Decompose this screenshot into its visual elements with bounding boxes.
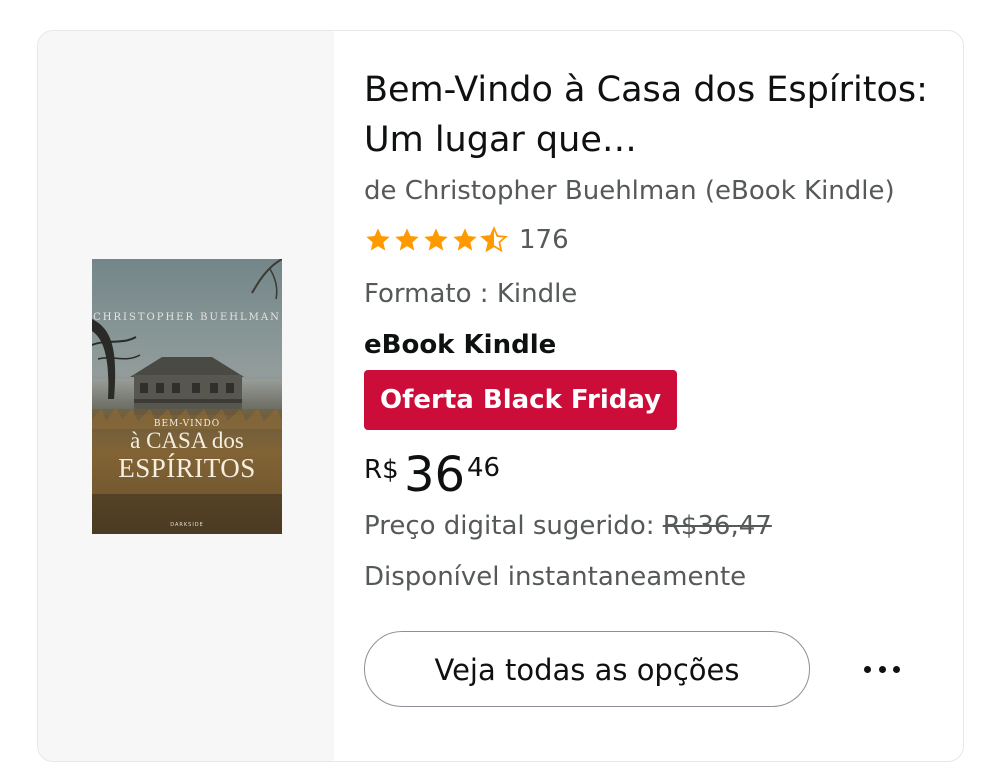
more-dot (878, 665, 886, 673)
suggested-price-value: R$36,47 (662, 511, 772, 541)
deal-badge: Oferta Black Friday (364, 370, 678, 430)
star-half-icon (480, 226, 508, 253)
suggested-price: Preço digital sugerido: R$36,47 (364, 511, 772, 541)
price-whole: 36 (404, 447, 466, 503)
star-full-icon (424, 228, 448, 251)
star-rating (364, 226, 509, 254)
star-full-icon (453, 228, 477, 251)
more-horizontal-icon[interactable] (860, 651, 904, 687)
availability-text: Disponível instantaneamente (364, 562, 747, 592)
price-fraction: 46 (467, 453, 501, 483)
more-dot (893, 665, 900, 673)
cover-title-casa: à CASA dos (130, 428, 244, 453)
product-image-pane: CHRISTOPHER BUEHLMAN BEM-VINDO à CASA do… (38, 31, 334, 761)
cover-illustration (92, 259, 282, 534)
cover-title-espiritos: ESPÍRITOS (118, 453, 256, 483)
author-byline: de Christopher Buehlman (eBook Kindle) (364, 176, 895, 206)
product-title[interactable]: Bem-Vindo à Casa dos Espíritos: Um lugar… (364, 65, 934, 165)
rating-row[interactable]: 176 (364, 224, 569, 256)
book-cover-image[interactable]: CHRISTOPHER BUEHLMAN BEM-VINDO à CASA do… (92, 259, 282, 534)
star-full-icon (395, 228, 419, 251)
edition-label[interactable]: eBook Kindle (364, 330, 556, 360)
suggested-price-label: Preço digital sugerido: (364, 511, 655, 541)
cover-publisher-logo: DARKSIDE (170, 522, 204, 528)
star-full-icon (366, 228, 390, 251)
rating-count[interactable]: 176 (519, 225, 569, 255)
see-all-options-button[interactable]: Veja todas as opções (364, 631, 810, 707)
format-line: Formato : Kindle (364, 279, 578, 309)
product-card[interactable]: CHRISTOPHER BUEHLMAN BEM-VINDO à CASA do… (37, 30, 964, 762)
more-dot (864, 665, 871, 673)
cover-author-name: CHRISTOPHER BUEHLMAN (93, 312, 281, 323)
price-currency-symbol: R$ (364, 455, 399, 485)
